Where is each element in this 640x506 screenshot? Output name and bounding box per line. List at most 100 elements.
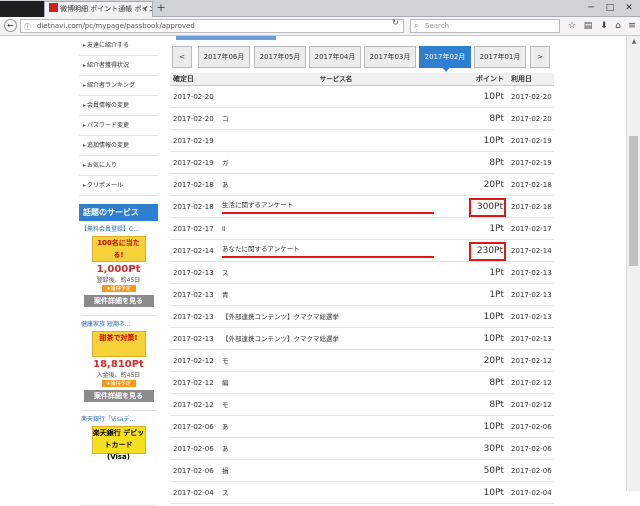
- table-row: 2017-02-14 あなたに関するアンケート 230Pt 2017-02-14: [170, 240, 554, 262]
- nav-bar: ← ⓘ dietnavi.com/pc/mypage/passbook/appro…: [0, 17, 640, 36]
- cell-service[interactable]: あ: [222, 438, 434, 460]
- ad-title[interactable]: 健康家族 短期ネ...: [81, 319, 156, 329]
- back-button[interactable]: ←: [4, 19, 17, 32]
- reading-list-icon[interactable]: ▤: [582, 20, 594, 32]
- close-window-icon[interactable]: ✕: [622, 1, 636, 15]
- cell-points: 10Pt: [483, 422, 504, 432]
- ad-banner[interactable]: 甜茶で対策!: [91, 331, 146, 357]
- new-tab-button[interactable]: +: [154, 1, 168, 16]
- sidebar-item-member-info[interactable]: ▸会員情報の変更: [79, 96, 158, 116]
- minimize-icon[interactable]: ─: [584, 1, 598, 15]
- download-icon[interactable]: ⬇: [598, 20, 610, 32]
- cell-service[interactable]: あ: [222, 416, 434, 438]
- ad-detail-button[interactable]: 案件詳細を見る: [83, 295, 154, 307]
- cell-used-date: 2017-02-06: [511, 445, 552, 453]
- ad-detail-button[interactable]: 案件詳細を見る: [83, 390, 154, 402]
- maximize-icon[interactable]: □: [603, 1, 617, 15]
- cell-points: 50Pt: [483, 466, 504, 476]
- cell-confirm-date: 2017-02-13: [173, 335, 214, 343]
- cell-confirm-date: 2017-02-06: [173, 467, 214, 475]
- sidebar-item-extra-info[interactable]: ▸追加情報の変更: [79, 136, 158, 156]
- table-row: 2017-02-06 あ 30Pt 2017-02-06: [170, 438, 554, 460]
- prev-month-button[interactable]: <: [172, 46, 192, 68]
- arrow-icon: ▸: [83, 142, 87, 149]
- cell-service[interactable]: 損: [222, 460, 434, 482]
- cell-service[interactable]: 【外部連携コンテンツ】クマクマ総選挙: [222, 306, 434, 328]
- next-month-button[interactable]: >: [530, 46, 550, 68]
- table-header: 確定日 サービス名 ポイント 利用日: [170, 73, 554, 86]
- cell-service[interactable]: コ: [222, 108, 434, 130]
- sidebar-item-invite[interactable]: ▸友達に紹介する: [79, 36, 158, 56]
- tab-bar: 微博明細 ポイント通帳 ポイントサ... × + ─ □ ✕: [0, 0, 640, 17]
- ad-banner[interactable]: 100名に当たる!: [91, 236, 146, 262]
- cell-used-date: 2017-02-12: [511, 379, 552, 387]
- cell-service[interactable]: あなたに関するアンケート: [222, 243, 434, 258]
- star-icon[interactable]: ☆: [566, 20, 578, 32]
- table-row: 2017-02-19 ガ 8Pt 2017-02-19: [170, 152, 554, 174]
- cell-service[interactable]: モ: [222, 394, 434, 416]
- top-button-edge[interactable]: [176, 36, 276, 40]
- month-tab[interactable]: 2017年06月: [198, 46, 250, 68]
- cell-points: 8Pt: [489, 114, 504, 124]
- table-row: 2017-02-04 ス 10Pt 2017-02-04: [170, 482, 554, 504]
- search-input[interactable]: ⌕ Search: [410, 19, 560, 33]
- cell-service[interactable]: ス: [222, 262, 434, 284]
- cell-used-date: 2017-02-18: [511, 203, 552, 211]
- ad-sub: 入金後、約45日: [96, 372, 141, 379]
- cell-service[interactable]: ガ: [222, 152, 434, 174]
- ad-title[interactable]: 楽天銀行「Visaデ...: [81, 414, 156, 424]
- reload-icon[interactable]: ↻: [392, 18, 399, 27]
- cell-confirm-date: 2017-02-19: [173, 159, 214, 167]
- cell-service[interactable]: ll: [222, 218, 434, 240]
- cell-service[interactable]: あ: [222, 174, 434, 196]
- arrow-icon: ▸: [83, 62, 87, 69]
- scrollbar[interactable]: ▲: [626, 36, 640, 491]
- sidebar-item-label: 追加情報の変更: [87, 142, 130, 149]
- table-row: 2017-02-06 損 50Pt 2017-02-06: [170, 460, 554, 482]
- tab-active[interactable]: 微博明細 ポイント通帳 ポイントサ... ×: [44, 1, 153, 17]
- cell-confirm-date: 2017-02-06: [173, 445, 214, 453]
- menu-icon[interactable]: ≡: [626, 20, 638, 32]
- month-tab-active[interactable]: 2017年02月: [419, 46, 471, 72]
- cell-points: 8Pt: [489, 158, 504, 168]
- scroll-up-icon[interactable]: ▲: [627, 36, 640, 48]
- cell-confirm-date: 2017-02-20: [173, 93, 214, 101]
- ad-card[interactable]: 楽天銀行「Visaデ... 楽天銀行 デビットカード (Visa): [81, 414, 156, 506]
- sidebar-item-referral-ranking[interactable]: ▸紹介者ランキング: [79, 76, 158, 96]
- tab-close-icon[interactable]: ×: [142, 2, 148, 17]
- url-bar[interactable]: ⓘ dietnavi.com/pc/mypage/passbook/approve…: [20, 19, 404, 33]
- cell-confirm-date: 2017-02-19: [173, 137, 214, 145]
- cell-service[interactable]: 【外部連携コンテンツ】クマクマ総選挙: [222, 328, 434, 350]
- cell-service[interactable]: ス: [222, 482, 434, 504]
- cell-service[interactable]: モ: [222, 350, 434, 372]
- cell-points: 10Pt: [483, 334, 504, 344]
- month-tab[interactable]: 2017年01月: [474, 46, 526, 68]
- month-tab[interactable]: 2017年05月: [254, 46, 306, 68]
- sidebar-item-referral-status[interactable]: ▸紹介者獲得状況: [79, 56, 158, 76]
- sidebar-item-label: 友達に紹介する: [87, 42, 130, 49]
- arrow-icon: ▸: [83, 122, 87, 129]
- sidebar-item-password[interactable]: ▸パスワード変更: [79, 116, 158, 136]
- tab-other[interactable]: [0, 1, 44, 17]
- ad-card[interactable]: 【無料会員登録】C... 100名に当たる! 1,000Pt 登録後、約45日 …: [81, 224, 156, 316]
- ad-title[interactable]: 【無料会員登録】C...: [81, 224, 156, 234]
- arrow-icon: ▸: [83, 82, 87, 89]
- cell-service[interactable]: 生活に関するアンケート: [222, 199, 434, 214]
- cell-service[interactable]: 青: [222, 284, 434, 306]
- scrollbar-thumb[interactable]: [629, 136, 638, 266]
- ad-card[interactable]: 健康家族 短期ネ... 甜茶で対策! 18,810Pt 入金後、約45日 ★獲得…: [81, 319, 156, 411]
- month-tab[interactable]: 2017年03月: [364, 46, 416, 68]
- cell-service[interactable]: 編: [222, 372, 434, 394]
- cell-used-date: 2017-02-19: [511, 159, 552, 167]
- sidebar-item-mail[interactable]: ▸クリポメール: [79, 176, 158, 196]
- sidebar-item-favorites[interactable]: ▸お気に入り: [79, 156, 158, 176]
- cell-confirm-date: 2017-02-12: [173, 401, 214, 409]
- home-icon[interactable]: ⌂: [612, 20, 624, 32]
- table-row: 2017-02-17 ll 1Pt 2017-02-17: [170, 218, 554, 240]
- month-tab[interactable]: 2017年04月: [309, 46, 361, 68]
- ad-sub: 登録後、約45日: [96, 277, 141, 284]
- table-row: 2017-02-12 編 8Pt 2017-02-12: [170, 372, 554, 394]
- arrow-icon: ▸: [83, 102, 87, 109]
- sidebar-item-label: クリポメール: [87, 182, 124, 189]
- ad-banner[interactable]: 楽天銀行 デビットカード (Visa): [91, 426, 146, 461]
